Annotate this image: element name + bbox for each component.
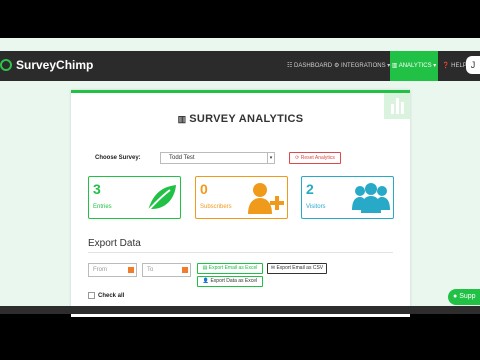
export-email-csv-button[interactable]: ✉ Export Email as CSV <box>267 263 327 274</box>
from-date-input[interactable]: From <box>88 263 137 277</box>
choose-survey-label: Choose Survey: <box>95 155 141 161</box>
brand-logo[interactable]: SurveyChimp <box>0 58 93 72</box>
nav-analytics[interactable]: ▥ ANALYTICS ▾ <box>390 51 438 81</box>
page-title: ▥ SURVEY ANALYTICS <box>177 113 304 125</box>
reset-analytics-button[interactable]: ⟳ Reset Analytics <box>289 152 341 164</box>
survey-select-value: Todd Test <box>169 155 195 161</box>
nav-integrations[interactable]: ⚙ INTEGRATIONS ▾ <box>334 51 390 81</box>
export-email-excel-button[interactable]: ▤ Export Email as Excel <box>197 263 263 274</box>
leaf-icon <box>145 185 176 214</box>
chart-icon: ▥ <box>177 114 190 124</box>
support-button[interactable]: ● Supp <box>448 289 480 305</box>
check-all[interactable]: Check all <box>88 292 124 299</box>
calendar-icon[interactable] <box>182 267 188 273</box>
to-date-input[interactable]: To <box>142 263 191 277</box>
brand-name: SurveyChimp <box>16 58 94 72</box>
visitors-count: 2 <box>306 181 314 197</box>
from-date-placeholder: From <box>93 267 107 273</box>
export-data-excel-button[interactable]: 👤 Export Data as Excel <box>197 276 263 287</box>
to-date-placeholder: To <box>147 267 154 273</box>
divider <box>88 252 393 253</box>
analytics-card: ▥ SURVEY ANALYTICS Choose Survey: Todd T… <box>71 90 410 317</box>
subscribers-card: 0 Subscribers <box>195 176 288 219</box>
survey-select[interactable]: Todd Test ▾ <box>160 152 275 164</box>
chimp-logo-icon <box>0 59 12 71</box>
visitors-label: Visitors <box>306 204 326 210</box>
subscribers-count: 0 <box>200 181 208 197</box>
calendar-icon[interactable] <box>128 267 134 273</box>
avatar[interactable]: J <box>466 56 480 74</box>
check-all-label: Check all <box>98 292 125 299</box>
navbar: SurveyChimp ☷ DASHBOARD ⚙ INTEGRATIONS ▾… <box>0 51 480 81</box>
subscribers-label: Subscribers <box>200 204 232 210</box>
export-data-heading: Export Data <box>88 238 141 249</box>
bottom-bar <box>0 306 480 314</box>
check-all-checkbox[interactable] <box>88 292 95 299</box>
nav-dashboard[interactable]: ☷ DASHBOARD <box>287 51 332 81</box>
add-user-icon <box>248 183 284 214</box>
visitors-card: 2 Visitors <box>301 176 394 219</box>
chevron-down-icon: ▾ <box>267 153 274 163</box>
entries-label: Entries <box>93 204 112 210</box>
users-icon <box>352 183 390 213</box>
entries-card: 3 Entries <box>88 176 181 219</box>
entries-count: 3 <box>93 181 101 197</box>
